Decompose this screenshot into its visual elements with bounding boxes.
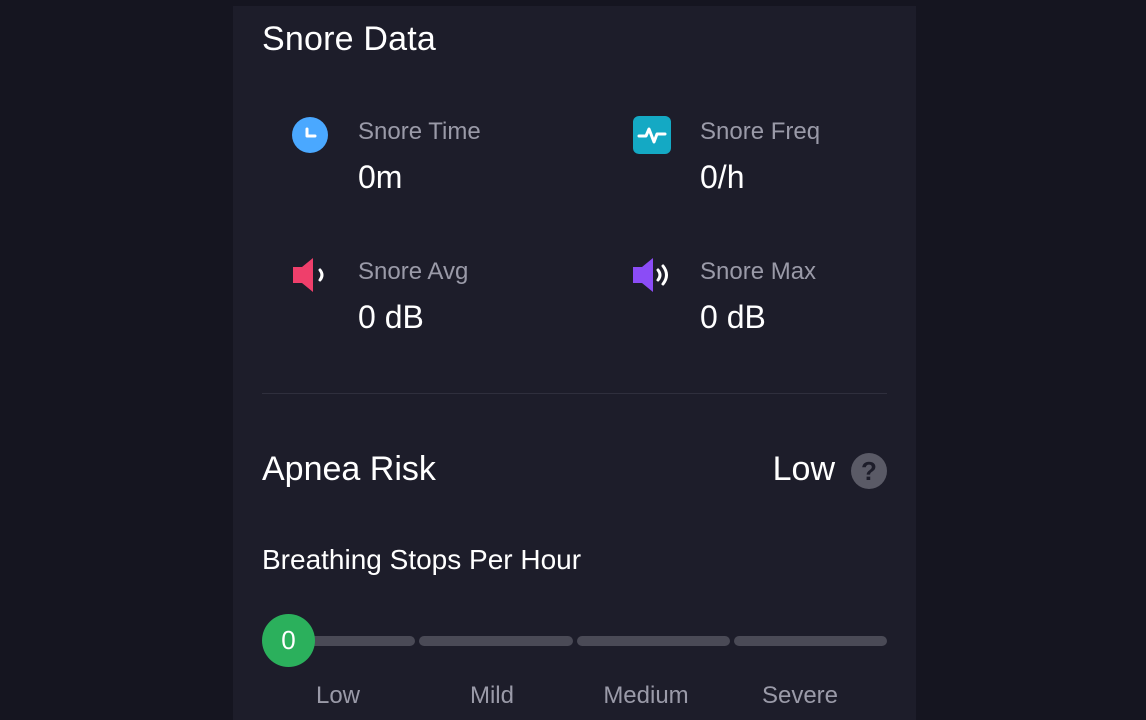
help-icon[interactable]: ?: [851, 453, 887, 489]
snore-max-value: 0 dB: [700, 299, 766, 335]
snore-avg-value: 0 dB: [358, 299, 424, 335]
snore-max-label: Snore Max: [700, 258, 817, 285]
scale-label-low: Low: [315, 682, 361, 709]
scale-segment-severe: [734, 636, 887, 646]
breathing-stops-indicator: 0: [262, 614, 315, 667]
speaker-low-icon: [293, 258, 324, 292]
snore-freq-label: Snore Freq: [700, 118, 821, 145]
clock-icon: [292, 117, 328, 153]
scale-segment-medium: [577, 636, 730, 646]
section-divider: [262, 393, 887, 394]
scale-label-severe: Severe: [761, 682, 839, 709]
snore-avg-label: Snore Avg: [358, 258, 469, 285]
snore-avg-stat: Snore Avg 0 dB: [291, 256, 551, 346]
speaker-high-icon: [633, 258, 668, 292]
snore-time-stat: Snore Time 0m: [291, 116, 551, 206]
scale-segment-mild: [419, 636, 573, 646]
snore-panel: Snore Data Snore Time 0m Snore Freq 0/h …: [233, 6, 916, 720]
apnea-risk-title: Apnea Risk: [262, 450, 436, 488]
breathing-stops-subtitle: Breathing Stops Per Hour: [262, 544, 582, 575]
pulse-icon: [633, 116, 671, 154]
snore-freq-stat: Snore Freq 0/h: [633, 116, 893, 206]
snore-data-title: Snore Data: [262, 20, 436, 58]
snore-time-label: Snore Time: [358, 118, 481, 145]
scale-label-mild: Mild: [469, 682, 514, 709]
apnea-risk-row: Apnea Risk Low ?: [262, 446, 887, 496]
snore-freq-value: 0/h: [700, 159, 745, 195]
scale-label-medium: Medium: [603, 682, 689, 709]
snore-max-stat: Snore Max 0 dB: [633, 256, 893, 346]
apnea-risk-level: Low: [772, 450, 835, 488]
snore-time-value: 0m: [358, 159, 403, 195]
